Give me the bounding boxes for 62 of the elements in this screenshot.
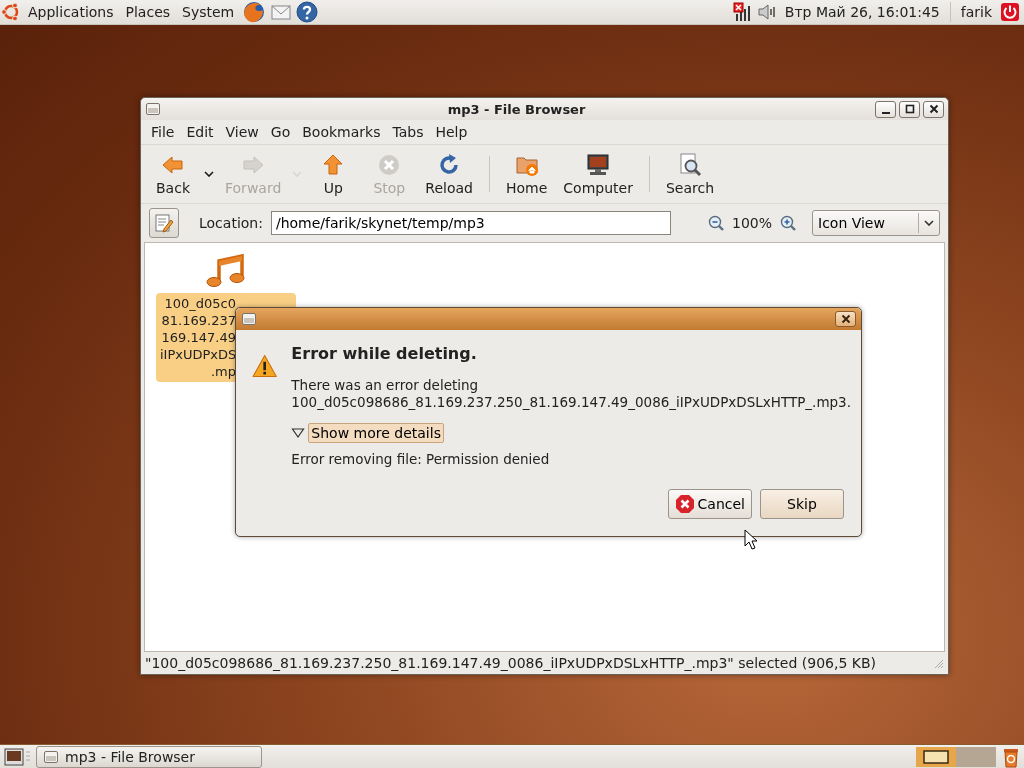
clock[interactable]: Втр Май 26, 16:01:45: [778, 4, 946, 20]
toolbar-button[interactable]: Home: [497, 150, 556, 198]
taskbar-button[interactable]: mp3 - File Browser: [36, 745, 262, 768]
toolbar-button[interactable]: Up: [305, 150, 362, 198]
help-icon[interactable]: [296, 1, 319, 23]
minimize-button[interactable]: [875, 100, 896, 118]
toolbar-button[interactable]: Reload: [417, 150, 481, 198]
panel-menu[interactable]: System: [176, 4, 241, 20]
close-button[interactable]: [923, 100, 944, 118]
menu-item[interactable]: Help: [429, 124, 474, 140]
location-label: Location:: [199, 215, 263, 231]
zoom-in-icon[interactable]: [780, 215, 796, 231]
menu-item[interactable]: Tabs: [386, 124, 430, 140]
error-message: 100_d05c098686_81.169.237.250_81.169.147.49_0086_iIPxUDPxDSLxHTTP_.mp3.: [291, 394, 851, 411]
window-title: mp3 - File Browser: [446, 101, 587, 117]
collapsed-triangle-icon[interactable]: [291, 427, 306, 439]
location-field[interactable]: /home/farik/skynet/temp/mp3: [270, 211, 671, 235]
user-name[interactable]: farik: [954, 4, 998, 20]
status-text: "100_d05c098686_81.169.237.250_81.169.147.49_0086_iIPxUDPxDSLxHTTP_.mp3" selected (906,5 KB): [145, 655, 878, 671]
zoom-out-icon[interactable]: [707, 215, 724, 231]
menu-item[interactable]: Bookmarks: [296, 124, 387, 140]
error-detail: Error removing file: Permission denied: [291, 451, 550, 467]
show-desktop-icon[interactable]: [4, 747, 24, 766]
close-button[interactable]: [835, 311, 856, 327]
toolbar-button[interactable]: Back: [145, 150, 201, 198]
maximize-icon: [904, 104, 915, 114]
window-icon: [145, 101, 161, 117]
toolbar-button[interactable]: Computer: [555, 150, 641, 198]
menu-item[interactable]: Go: [264, 124, 297, 140]
menu-item[interactable]: File: [145, 124, 181, 140]
details-expander[interactable]: Show more details: [308, 423, 444, 443]
search-icon: [677, 152, 702, 177]
cancel-icon: [674, 494, 695, 514]
minimize-icon: [880, 111, 891, 114]
zoom-level: 100%: [731, 215, 772, 231]
toolbar-button[interactable]: Search: [657, 150, 722, 198]
resize-grip-icon[interactable]: [932, 657, 944, 669]
menu-item[interactable]: View: [219, 124, 265, 140]
caret-icon: [924, 220, 934, 226]
edit-location-button[interactable]: [149, 208, 179, 238]
power-icon[interactable]: [1000, 2, 1020, 22]
maximize-button[interactable]: [899, 100, 920, 118]
close-icon: [840, 314, 851, 324]
notepad-pencil-icon: [154, 213, 174, 233]
workspace-switcher[interactable]: [916, 746, 956, 767]
panel-menu[interactable]: Places: [119, 4, 177, 20]
stop-icon: [377, 152, 402, 177]
window-thumbnail-icon: [923, 749, 949, 764]
menu-item[interactable]: Edit: [180, 124, 220, 140]
view-dropdown[interactable]: Icon View: [812, 210, 940, 236]
music-note-icon[interactable]: [206, 253, 246, 289]
mouse-pointer-icon: [744, 529, 758, 551]
network-disconnected-icon[interactable]: [732, 2, 753, 22]
window-icon: [241, 311, 257, 327]
cancel-button[interactable]: Cancel: [667, 489, 752, 519]
window-icon: [43, 748, 59, 765]
speaker-icon[interactable]: [756, 2, 777, 22]
computer-icon: [586, 152, 611, 177]
close-icon: [928, 104, 939, 114]
panel-menu[interactable]: Applications: [22, 4, 120, 20]
skip-button[interactable]: Skip: [760, 489, 844, 519]
workspace-switcher[interactable]: [956, 746, 996, 767]
